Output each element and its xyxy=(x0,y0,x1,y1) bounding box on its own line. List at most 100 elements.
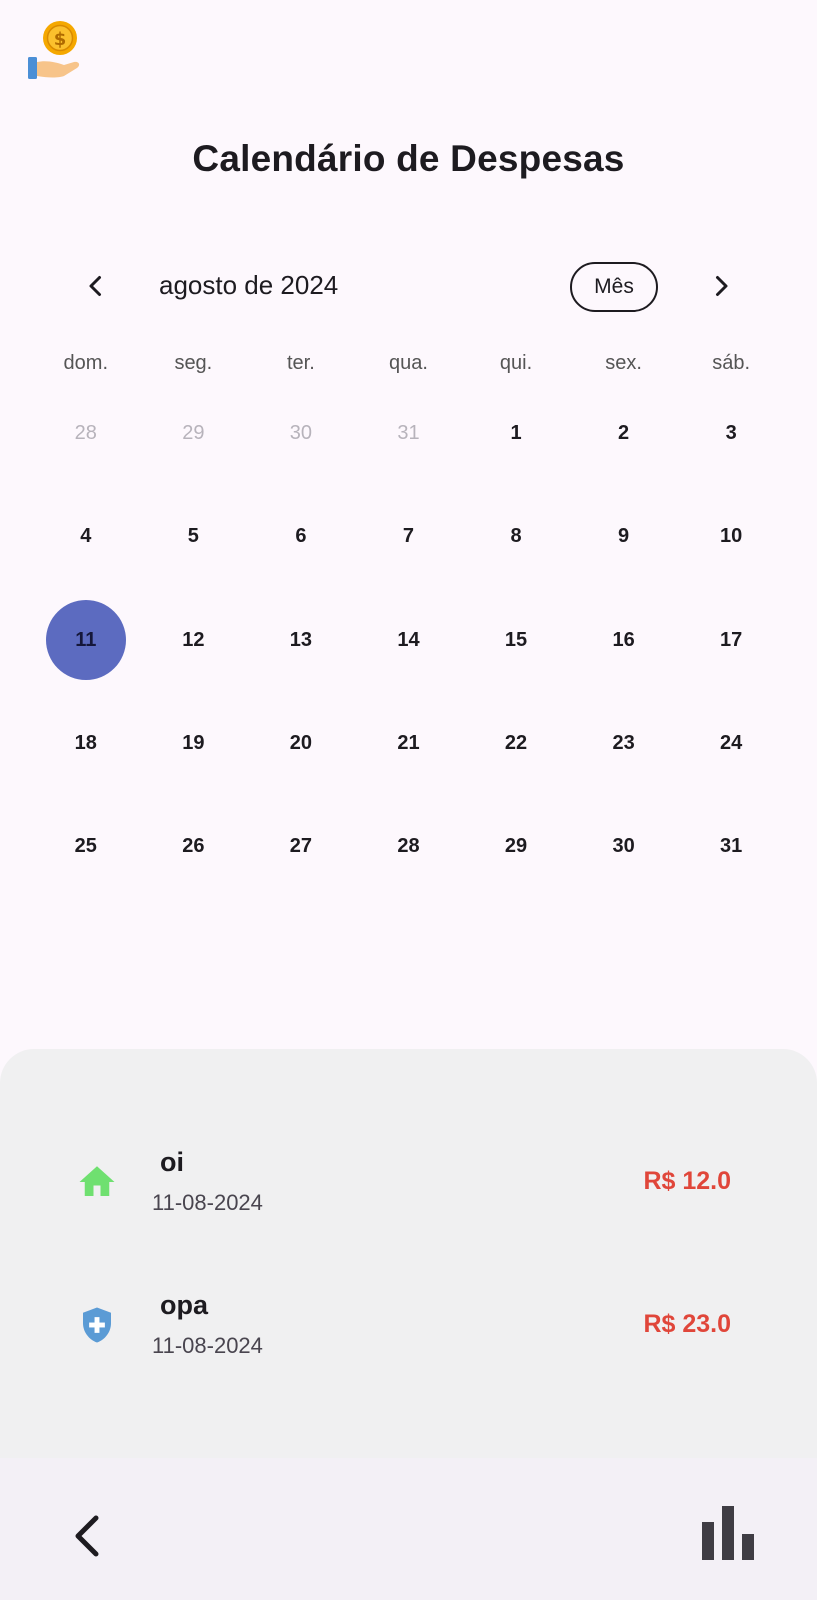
weekday-label: sáb. xyxy=(712,352,751,374)
calendar-header: agosto de 2024 Mês xyxy=(0,258,817,314)
weekday-label: qua. xyxy=(389,352,428,374)
calendar-day-number: 30 xyxy=(289,422,313,445)
calendar-day-number: 3 xyxy=(725,422,737,445)
calendar-day[interactable]: 26 xyxy=(140,795,248,898)
health-shield-icon xyxy=(76,1304,118,1346)
expense-amount: R$ 12.0 xyxy=(643,1167,731,1195)
calendar-day[interactable]: 28 xyxy=(355,795,463,898)
calendar-day-number: 30 xyxy=(612,835,635,858)
calendar-day[interactable]: 31 xyxy=(677,795,785,898)
calendar-week-row: 18 19 20 21 22 23 24 xyxy=(32,692,785,795)
calendar-day-selected[interactable]: 11 xyxy=(32,589,140,692)
calendar-day-number: 17 xyxy=(720,628,743,651)
calendar-day[interactable]: 13 xyxy=(247,589,355,692)
calendar-day-number: 15 xyxy=(504,628,528,651)
calendar-week-row: 25 26 27 28 29 30 31 xyxy=(32,795,785,898)
calendar-day-number: 24 xyxy=(720,732,743,755)
calendar-day[interactable]: 15 xyxy=(462,589,570,692)
calendar-day[interactable]: 7 xyxy=(355,485,463,588)
calendar-day-number: 1 xyxy=(510,422,522,445)
calendar-day-number: 5 xyxy=(187,525,199,548)
expense-item[interactable]: oi 11-08-2024 R$ 12.0 xyxy=(0,1135,817,1235)
calendar-day-number: 29 xyxy=(182,422,205,445)
calendar-day-number: 9 xyxy=(618,525,630,548)
calendar-day[interactable]: 29 xyxy=(462,795,570,898)
calendar-week-row: 4 5 6 7 8 9 10 xyxy=(32,485,785,588)
bar-chart-icon xyxy=(702,1506,754,1560)
chevron-left-icon xyxy=(89,276,101,296)
calendar-day[interactable]: 12 xyxy=(140,589,248,692)
chevron-left-icon xyxy=(75,1515,99,1557)
calendar-day-number: 21 xyxy=(397,732,420,755)
calendar-day[interactable]: 27 xyxy=(247,795,355,898)
calendar-day[interactable]: 20 xyxy=(247,692,355,795)
expense-item[interactable]: opa 11-08-2024 R$ 23.0 xyxy=(0,1278,817,1378)
calendar-day[interactable]: 5 xyxy=(140,485,248,588)
expense-name: oi xyxy=(160,1147,184,1177)
calendar-day-number: 25 xyxy=(74,835,97,858)
calendar-day-number: 14 xyxy=(397,628,420,651)
expense-amount: R$ 23.0 xyxy=(643,1310,731,1338)
calendar-day-number: 11 xyxy=(75,628,97,651)
calendar-day-number: 7 xyxy=(402,525,415,548)
calendar-day-number: 23 xyxy=(612,732,635,755)
back-button[interactable] xyxy=(66,1512,110,1560)
calendar-day-outside[interactable]: 28 xyxy=(32,382,140,485)
expense-name: opa xyxy=(160,1290,209,1320)
format-toggle-button[interactable]: Mês xyxy=(570,262,658,312)
calendar-day-outside[interactable]: 31 xyxy=(355,382,463,485)
calendar-day[interactable]: 4 xyxy=(32,485,140,588)
calendar-day[interactable]: 17 xyxy=(677,589,785,692)
statistics-button[interactable] xyxy=(698,1504,758,1564)
calendar-day-number: 18 xyxy=(74,732,97,755)
calendar-day[interactable]: 23 xyxy=(570,692,678,795)
calendar-day-number: 19 xyxy=(182,732,205,755)
svg-text:$: $ xyxy=(54,29,67,50)
calendar-day[interactable]: 10 xyxy=(677,485,785,588)
calendar-day[interactable]: 30 xyxy=(570,795,678,898)
calendar-day-number: 6 xyxy=(295,525,307,548)
calendar-day[interactable]: 16 xyxy=(570,589,678,692)
next-month-button[interactable] xyxy=(697,262,745,310)
weekday-row: dom. seg. ter. qua. qui. sex. sáb. xyxy=(32,352,785,375)
calendar-day-number: 20 xyxy=(289,732,313,755)
expense-date: 11-08-2024 xyxy=(152,1190,263,1215)
weekday-label: seg. xyxy=(174,352,213,374)
calendar-day-number: 22 xyxy=(504,732,528,755)
calendar-day[interactable]: 19 xyxy=(140,692,248,795)
bottom-navigation-bar xyxy=(0,1458,817,1600)
previous-month-button[interactable] xyxy=(72,262,120,310)
calendar-day[interactable]: 18 xyxy=(32,692,140,795)
calendar-day-number: 10 xyxy=(720,525,743,548)
calendar-day[interactable]: 21 xyxy=(355,692,463,795)
calendar-day[interactable]: 14 xyxy=(355,589,463,692)
calendar-day[interactable]: 24 xyxy=(677,692,785,795)
weekday-label: sex. xyxy=(605,352,642,374)
calendar-day[interactable]: 8 xyxy=(462,485,570,588)
calendar-day[interactable]: 6 xyxy=(247,485,355,588)
calendar-day[interactable]: 1 xyxy=(462,382,570,485)
calendar-day-number: 13 xyxy=(289,628,313,651)
calendar-day[interactable]: 3 xyxy=(677,382,785,485)
calendar-day-number: 31 xyxy=(720,835,743,858)
calendar-day-number: 12 xyxy=(182,628,205,651)
calendar-week-row: 11 12 13 14 15 16 17 xyxy=(32,589,785,692)
calendar-day-number: 28 xyxy=(74,422,97,445)
home-icon xyxy=(76,1161,118,1203)
calendar-day-number: 8 xyxy=(510,525,522,548)
calendar-day-outside[interactable]: 30 xyxy=(247,382,355,485)
weekday-label: ter. xyxy=(287,352,315,374)
calendar-grid: 28 29 30 31 1 2 3 4 5 6 7 8 9 10 11 12 13 14 15 16 17 18 19 20 2… xyxy=(32,382,785,898)
calendar-day-number: 26 xyxy=(182,835,205,858)
calendar-day[interactable]: 2 xyxy=(570,382,678,485)
calendar-day-number: 31 xyxy=(397,422,420,445)
calendar-day[interactable]: 22 xyxy=(462,692,570,795)
calendar-day[interactable]: 25 xyxy=(32,795,140,898)
calendar-day-outside[interactable]: 29 xyxy=(140,382,248,485)
month-label[interactable]: agosto de 2024 xyxy=(159,270,338,301)
calendar-day[interactable]: 9 xyxy=(570,485,678,588)
weekday-label: dom. xyxy=(63,352,109,374)
calendar-day-number: 16 xyxy=(612,628,635,651)
calendar-day-number: 28 xyxy=(397,835,420,858)
calendar-week-row: 28 29 30 31 1 2 3 xyxy=(32,382,785,485)
